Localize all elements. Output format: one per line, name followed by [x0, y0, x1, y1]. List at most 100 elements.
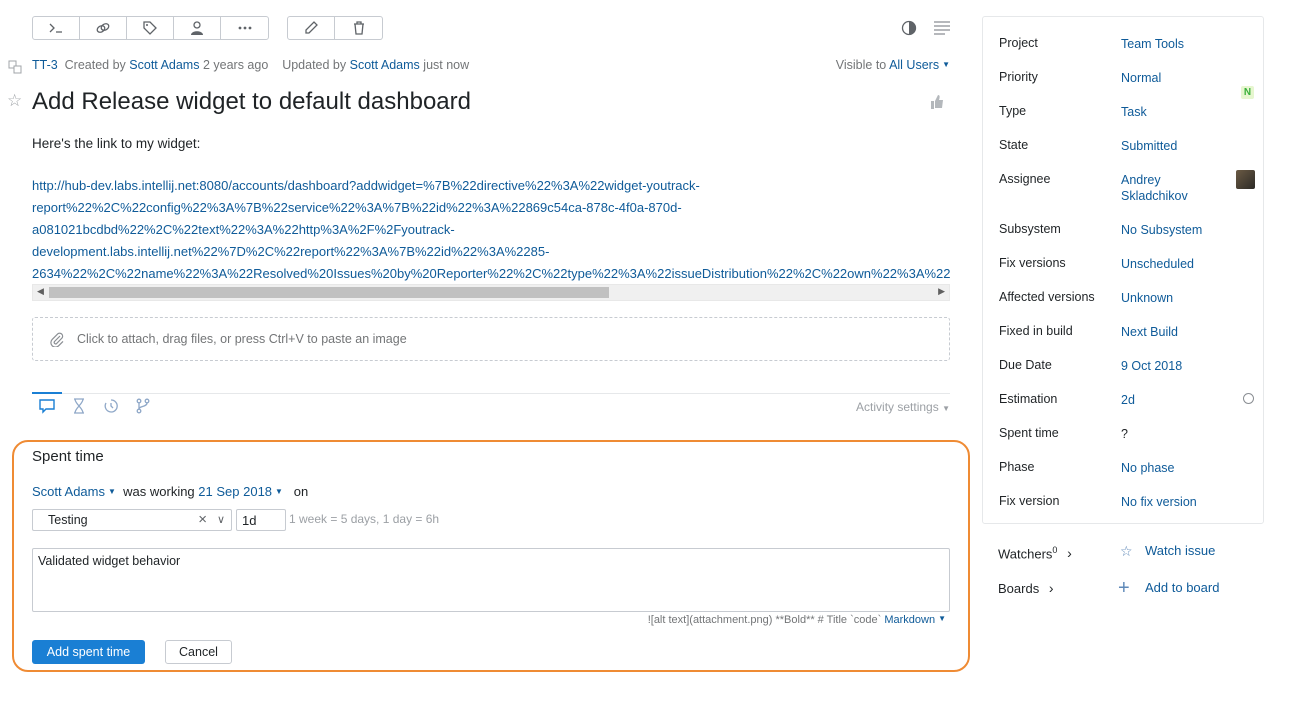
watchers-count: 0 — [1052, 545, 1058, 555]
created-ago: 2 years ago — [202, 58, 269, 72]
field-name: Due Date — [999, 358, 1052, 372]
created-prefix: Created by — [64, 58, 126, 72]
updated-prefix: Updated by — [282, 58, 347, 72]
visibility-dropdown[interactable]: All Users — [889, 58, 939, 72]
field-value[interactable]: Andrey Skladchikov — [1121, 172, 1201, 204]
activity-settings-label: Activity settings — [856, 400, 939, 414]
work-comment-textarea[interactable]: Validated widget behavior — [32, 548, 950, 612]
delete-button[interactable] — [335, 17, 382, 39]
add-spent-time-button[interactable]: Add spent time — [32, 640, 145, 664]
tab-comments[interactable] — [32, 398, 62, 418]
thumbs-up-icon — [931, 95, 943, 109]
field-value[interactable]: Team Tools — [1121, 36, 1231, 52]
url-line[interactable]: a081021bcdbd%22%2C%22text%22%3A%22http%3… — [32, 219, 950, 241]
plus-icon: + — [1118, 577, 1130, 599]
on-label: on — [293, 484, 309, 499]
tag-button[interactable] — [127, 17, 174, 39]
field-name: State — [999, 138, 1029, 152]
url-line[interactable]: development.labs.intellij.net%22%7D%2C%2… — [32, 241, 950, 263]
edit-button[interactable] — [288, 17, 335, 39]
vote-button[interactable] — [929, 94, 945, 113]
field-value[interactable]: No phase — [1121, 460, 1231, 476]
chevron-down-icon[interactable]: ∨ — [217, 513, 225, 526]
add-to-board-link[interactable]: Add to board — [1145, 580, 1219, 595]
clear-icon[interactable]: × — [198, 511, 207, 528]
more-button[interactable] — [221, 17, 268, 39]
field-value[interactable]: Normal — [1121, 70, 1231, 86]
scroll-left-icon[interactable]: ◀ — [37, 286, 44, 297]
url-line[interactable]: http://hub-dev.labs.intellij.net:8080/ac… — [32, 175, 950, 197]
url-line[interactable]: report%22%2C%22config%22%3A%7B%22service… — [32, 197, 950, 219]
caret-down-icon: ▼ — [942, 60, 950, 69]
more-icon — [238, 26, 251, 30]
branch-icon — [136, 398, 150, 414]
watch-issue-link[interactable]: Watch issue — [1145, 543, 1215, 558]
field-value[interactable]: No Subsystem — [1121, 222, 1231, 238]
work-type-select[interactable]: Testing × ∨ — [32, 509, 232, 531]
watch-issue-label: Watch issue — [1145, 543, 1216, 558]
visibility: Visible to All Users ▼ — [836, 58, 950, 72]
attach-hint: Click to attach, drag files, or press Ct… — [77, 332, 407, 346]
command-icon — [49, 23, 62, 33]
field-name: Spent time — [999, 426, 1059, 440]
field-value[interactable]: Submitted — [1121, 138, 1231, 154]
scrollbar-thumb[interactable] — [49, 287, 609, 298]
link-issue-button[interactable] — [80, 17, 127, 39]
caret-down-icon: ▼ — [942, 404, 950, 413]
field-name: Phase — [999, 460, 1035, 474]
field-value[interactable]: Unknown — [1121, 290, 1231, 306]
watchers-toggle[interactable]: Watchers0 › — [998, 545, 1072, 561]
cancel-button[interactable]: Cancel — [165, 640, 232, 664]
priority-badge: N — [1241, 86, 1254, 99]
worker-line: Scott Adams ▼ was working 21 Sep 2018 ▼ on — [32, 484, 308, 499]
horizontal-scrollbar[interactable]: ◀ ▶ — [32, 284, 950, 301]
tab-work-items[interactable] — [64, 398, 94, 418]
field-value[interactable]: Unscheduled — [1121, 256, 1231, 272]
duration-input[interactable] — [236, 509, 286, 531]
field-name: Assignee — [999, 172, 1051, 186]
contrast-icon — [901, 20, 917, 36]
date-picker[interactable]: 21 Sep 2018 — [198, 484, 272, 499]
tab-vcs[interactable] — [128, 398, 158, 418]
field-value[interactable]: 9 Oct 2018 — [1121, 358, 1231, 374]
link-tree-icon[interactable] — [8, 60, 22, 77]
field-name: Priority — [999, 70, 1038, 84]
field-value[interactable]: Next Build — [1121, 324, 1231, 340]
scroll-right-icon[interactable]: ▶ — [938, 286, 945, 297]
boards-toggle[interactable]: Boards › — [998, 580, 1054, 596]
url-line[interactable]: 2634%22%2C%22name%22%3A%22Resolved%20Iss… — [32, 263, 950, 283]
assign-button[interactable] — [174, 17, 221, 39]
updater-link[interactable]: Scott Adams — [350, 58, 420, 72]
history-icon — [104, 399, 118, 413]
field-value[interactable]: 2d — [1121, 392, 1231, 408]
active-tab-indicator — [32, 392, 62, 394]
field-value[interactable]: Task — [1121, 104, 1231, 120]
issue-meta: TT-3 Created by Scott Adams 2 years ago … — [32, 58, 469, 72]
attach-dropzone[interactable]: Click to attach, drag files, or press Ct… — [32, 317, 950, 361]
tab-history[interactable] — [96, 398, 126, 418]
issue-id[interactable]: TT-3 — [32, 58, 58, 72]
caret-down-icon: ▼ — [107, 487, 116, 496]
star-icon[interactable]: ☆ — [7, 91, 22, 111]
author-dropdown[interactable]: Scott Adams — [32, 484, 105, 499]
field-name: Fix versions — [999, 256, 1066, 270]
activity-settings-dropdown[interactable]: Activity settings ▼ — [856, 400, 950, 414]
command-button[interactable] — [33, 17, 80, 39]
creator-link[interactable]: Scott Adams — [129, 58, 199, 72]
markdown-dropdown[interactable]: Markdown — [884, 614, 935, 626]
field-name: Fixed in build — [999, 324, 1073, 338]
work-type-value: Testing — [48, 513, 88, 527]
field-name: Affected versions — [999, 290, 1095, 304]
duration-hint: 1 week = 5 days, 1 day = 6h — [289, 512, 440, 526]
hourglass-icon — [74, 398, 84, 414]
field-name: Type — [999, 104, 1027, 118]
activity-divider — [32, 393, 950, 394]
issue-fields-panel: Project Team Tools Priority Normal Type Tas… — [982, 16, 1264, 524]
edit-icon — [305, 21, 318, 34]
field-value: ? — [1121, 427, 1128, 441]
link-icon — [96, 23, 110, 33]
field-value[interactable]: No fix version — [1121, 494, 1231, 510]
menu-toggle[interactable] — [933, 20, 951, 39]
chevron-right-icon: › — [1048, 580, 1054, 596]
contrast-toggle[interactable] — [901, 20, 917, 39]
